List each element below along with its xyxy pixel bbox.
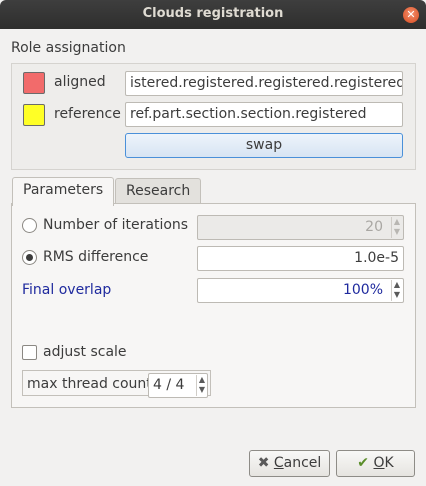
final-overlap-spinbox[interactable]: 100% — [197, 278, 404, 303]
ok-mnemonic: O — [373, 455, 385, 471]
thread-count-label: max thread count — [27, 376, 152, 392]
title-bar: Clouds registration ✕ — [0, 0, 426, 29]
adjust-scale-checkbox[interactable] — [22, 345, 37, 360]
ok-button[interactable]: ✔ OK — [336, 450, 415, 477]
close-icon[interactable]: ✕ — [403, 7, 419, 23]
rms-radio[interactable] — [22, 250, 37, 265]
cancel-button[interactable]: ✖ Cancel — [249, 450, 330, 477]
reference-color-swatch[interactable] — [23, 104, 45, 126]
rms-label: RMS difference — [43, 249, 149, 265]
iterations-spin-arrows: ▲ ▼ — [391, 217, 402, 238]
cancel-rest: ancel — [283, 455, 322, 471]
checkmark-icon: ✔ — [357, 455, 370, 471]
window-title: Clouds registration — [142, 6, 284, 21]
aligned-color-swatch[interactable] — [23, 72, 45, 94]
adjust-scale-label: adjust scale — [43, 344, 127, 360]
thread-count-spin-arrows[interactable]: ▲ ▼ — [196, 375, 207, 396]
reference-label: reference — [54, 106, 121, 122]
role-assignation-title: Role assignation — [11, 40, 126, 56]
ok-rest: K — [384, 455, 394, 471]
tab-research[interactable]: Research — [115, 178, 202, 205]
tab-parameters[interactable]: Parameters — [12, 177, 115, 206]
aligned-cloud-field: istered.registered.registered.registered — [125, 71, 403, 96]
final-overlap-spin-arrows[interactable]: ▲ ▼ — [391, 280, 402, 301]
final-overlap-label: Final overlap — [22, 282, 112, 298]
aligned-label: aligned — [54, 74, 106, 90]
rms-difference-field[interactable]: 1.0e-5 — [197, 246, 404, 271]
cancel-mnemonic: C — [273, 455, 284, 471]
iterations-spinbox: 20 — [197, 215, 404, 240]
reference-cloud-field: ref.part.section.section.registered — [125, 102, 403, 127]
swap-button[interactable]: swap — [125, 133, 403, 158]
iterations-radio[interactable] — [22, 218, 37, 233]
cancel-icon: ✖ — [257, 455, 270, 471]
iterations-label: Number of iterations — [43, 217, 189, 233]
